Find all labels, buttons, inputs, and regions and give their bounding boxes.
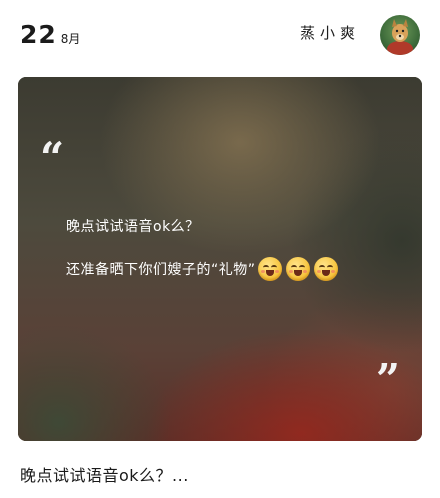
post-summary[interactable]: 晚点试试语音ok么？... [20,462,189,486]
quote-line: 还准备晒下你们嫂子的“礼物” [66,257,342,281]
quote-card[interactable]: “ 晚点试试语音ok么？ 还准备晒下你们嫂子的“礼物” ” [18,77,422,441]
date-day: 22 [20,20,57,49]
grinning-face-icon [285,257,310,281]
dog-avatar-icon [387,19,413,55]
diary-entry-page: 22 8月 蒸小爽 “ 晚点试试语音ok么？ 还准备晒下你们嫂子的“礼物” ” … [0,0,440,498]
quote-line: 晚点试试语音ok么？ [66,214,342,238]
username[interactable]: 蒸小爽 [300,22,360,43]
close-quote-mark: ” [375,355,400,404]
open-quote-mark: “ [40,133,65,182]
grinning-face-icon [313,257,338,281]
quote-text: 晚点试试语音ok么？ 还准备晒下你们嫂子的“礼物” [66,214,342,300]
date-month: 8月 [60,32,81,46]
emoji-group [257,257,342,281]
grinning-face-icon [257,257,282,281]
avatar[interactable] [380,15,420,55]
quote-line-text: 晚点试试语音ok么？ [66,219,200,235]
entry-date: 22 8月 [20,20,80,49]
quote-line-text: 还准备晒下你们嫂子的“礼物” [66,262,256,278]
